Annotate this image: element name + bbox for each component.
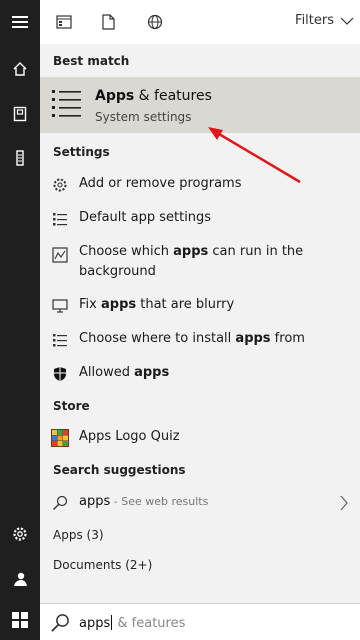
filter-toolbar: Filters bbox=[40, 0, 360, 44]
document-icon bbox=[101, 14, 115, 30]
gear-icon bbox=[13, 527, 27, 541]
shield-icon bbox=[54, 367, 66, 381]
result-label: Choose where to install apps from bbox=[79, 331, 305, 346]
user-button[interactable] bbox=[0, 559, 40, 599]
search-suggestions-header: Search suggestions bbox=[53, 463, 186, 477]
result-label: Choose which apps can run in the backgro… bbox=[79, 244, 304, 279]
search-icon bbox=[53, 495, 68, 510]
app-window-icon bbox=[56, 15, 72, 29]
hamburger-menu-button[interactable] bbox=[0, 2, 40, 42]
web-filter-button[interactable] bbox=[145, 12, 165, 32]
result-default-app-settings[interactable]: Default app settings bbox=[40, 206, 360, 232]
windows-logo-icon bbox=[12, 612, 28, 628]
notebook-button[interactable] bbox=[0, 94, 40, 134]
hamburger-icon bbox=[12, 16, 28, 28]
search-input[interactable]: apps & features bbox=[79, 615, 185, 631]
best-match-header: Best match bbox=[53, 54, 130, 68]
best-match-title: Apps & features bbox=[95, 88, 212, 104]
result-label: apps - See web results bbox=[79, 494, 209, 509]
search-box[interactable]: apps & features bbox=[40, 603, 360, 640]
globe-icon bbox=[147, 14, 163, 30]
result-label: Add or remove programs bbox=[79, 176, 242, 191]
filters-label: Filters bbox=[295, 13, 334, 28]
apps-logo-quiz-icon bbox=[51, 429, 69, 447]
left-rail bbox=[0, 0, 40, 640]
chevron-down-icon bbox=[340, 17, 354, 25]
chevron-right-icon[interactable] bbox=[336, 493, 352, 513]
apps-filter-button[interactable] bbox=[54, 12, 74, 32]
result-apps-logo-quiz[interactable]: Apps Logo Quiz bbox=[40, 425, 360, 451]
search-results-panel: Filters Best match Apps & features Syste… bbox=[40, 0, 360, 640]
home-button[interactable] bbox=[0, 49, 40, 89]
list-icon bbox=[53, 334, 67, 347]
gear-icon bbox=[53, 178, 67, 192]
result-label: Default app settings bbox=[79, 210, 212, 225]
result-background-apps[interactable]: Choose which apps can run in the backgro… bbox=[40, 242, 360, 284]
result-label: Allowed apps bbox=[79, 365, 170, 380]
search-icon bbox=[51, 614, 69, 632]
background-apps-icon bbox=[52, 247, 68, 263]
filters-dropdown[interactable]: Filters bbox=[295, 13, 354, 28]
web-suggestion-apps[interactable]: apps - See web results bbox=[40, 490, 360, 516]
result-install-apps-from[interactable]: Choose where to install apps from bbox=[40, 327, 360, 353]
result-fix-blurry-apps[interactable]: Fix apps that are blurry bbox=[40, 293, 360, 319]
result-label: Apps Logo Quiz bbox=[79, 429, 180, 444]
documents-filter-button[interactable] bbox=[98, 12, 118, 32]
notebook-icon bbox=[13, 106, 27, 122]
search-autocomplete: & features bbox=[113, 616, 186, 631]
best-match-result[interactable]: Apps & features System settings bbox=[40, 77, 360, 133]
store-header: Store bbox=[53, 399, 90, 413]
user-icon bbox=[14, 572, 27, 586]
list-settings-icon bbox=[53, 213, 67, 226]
best-match-subtitle: System settings bbox=[95, 110, 192, 124]
apps-features-list-icon bbox=[52, 90, 81, 117]
settings-button[interactable] bbox=[0, 514, 40, 554]
settings-header: Settings bbox=[53, 145, 110, 159]
result-label: Fix apps that are blurry bbox=[79, 297, 235, 312]
tower-icon bbox=[16, 150, 24, 166]
documents-group-header[interactable]: Documents (2+) bbox=[53, 558, 152, 572]
result-allowed-apps[interactable]: Allowed apps bbox=[40, 361, 360, 387]
result-add-remove-programs[interactable]: Add or remove programs bbox=[40, 172, 360, 198]
tower-button[interactable] bbox=[0, 138, 40, 178]
home-icon bbox=[13, 62, 27, 76]
apps-group-header[interactable]: Apps (3) bbox=[53, 528, 104, 542]
start-button[interactable] bbox=[0, 600, 40, 640]
monitor-icon bbox=[52, 299, 68, 313]
